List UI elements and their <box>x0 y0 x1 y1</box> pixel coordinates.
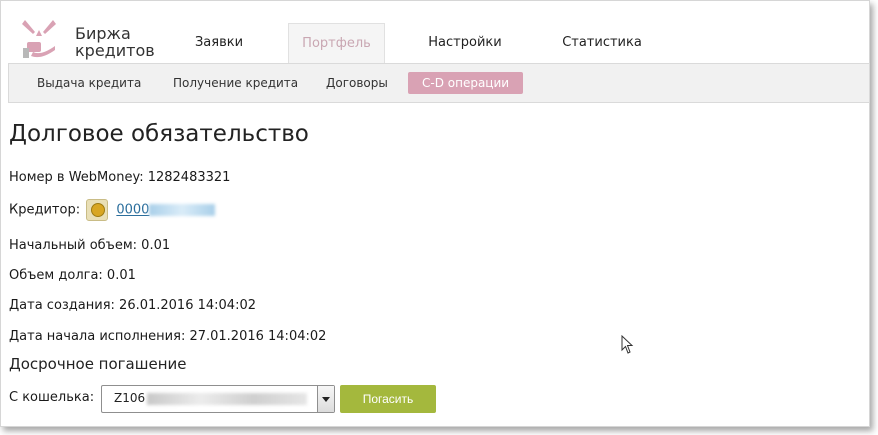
creation-date: Дата создания: 26.01.2016 14:04:02 <box>9 298 256 313</box>
tab-zayavki[interactable]: Заявки <box>169 23 269 63</box>
chevron-down-icon[interactable] <box>317 386 334 412</box>
wallet-select-value: Z106 <box>114 391 308 405</box>
wm-number: Номер в WebMoney: 1282483321 <box>9 170 231 185</box>
redacted-wmid <box>149 204 216 216</box>
early-repayment-heading: Досрочное погашение <box>9 355 187 373</box>
subnav-contracts[interactable]: Договоры <box>326 72 388 94</box>
subnav-receive-credit[interactable]: Получение кредита <box>173 72 298 94</box>
logo-icon <box>22 20 56 58</box>
webmoney-passport-icon[interactable] <box>86 199 109 221</box>
wallet-label: С кошелька: <box>9 390 95 405</box>
tab-portfolio[interactable]: Портфель <box>288 23 385 64</box>
brand-line-2: кредитов <box>75 41 155 60</box>
creditor-label: Кредитор: <box>9 202 81 218</box>
subnav-issue-credit[interactable]: Выдача кредита <box>37 72 141 94</box>
subnav-cd-operations[interactable]: C-D операции <box>408 72 524 94</box>
mouse-cursor-icon <box>621 335 634 354</box>
sub-navigation: Выдача кредита Получение кредита Договор… <box>8 63 870 103</box>
creditor-link[interactable]: 0000 <box>116 203 149 218</box>
initial-volume: Начальный объем: 0.01 <box>9 238 171 253</box>
header: Биржа кредитов Заявки Портфель Настройки… <box>1 1 869 64</box>
pay-button[interactable]: Погасить <box>340 385 436 413</box>
execution-start-date: Дата начала исполнения: 27.01.2016 14:04… <box>9 329 327 344</box>
app-window: Биржа кредитов Заявки Портфель Настройки… <box>0 0 870 427</box>
brand-line-1: Биржа <box>75 24 131 43</box>
tab-statistics[interactable]: Статистика <box>546 23 658 63</box>
creditor-row: Кредитор: 0000 <box>9 199 216 221</box>
debt-volume: Объем долга: 0.01 <box>9 268 136 283</box>
tab-settings[interactable]: Настройки <box>415 23 515 63</box>
page-title: Долговое обязательство <box>9 121 309 147</box>
wallet-select[interactable]: Z106 <box>101 385 335 413</box>
brand-name: Биржа кредитов <box>75 25 155 59</box>
